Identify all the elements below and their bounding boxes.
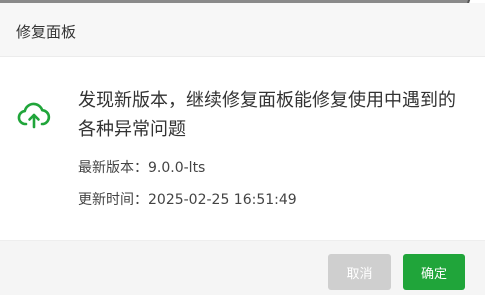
dialog-header: 修复面板 (0, 3, 485, 57)
update-message: 发现新版本，继续修复面板能修复使用中遇到的各种异常问题 (78, 90, 456, 140)
dialog-body: 发现新版本，继续修复面板能修复使用中遇到的各种异常问题 最新版本：9.0.0-l… (0, 57, 485, 240)
cancel-button[interactable]: 取消 (328, 254, 391, 290)
latest-version-value: 9.0.0-lts (148, 160, 206, 176)
update-time-label: 更新时间： (78, 192, 148, 208)
dialog-title: 修复面板 (16, 23, 77, 41)
confirm-button[interactable]: 确定 (403, 254, 465, 290)
latest-version-label: 最新版本： (78, 160, 148, 176)
update-time-value: 2025-02-25 16:51:49 (148, 192, 297, 208)
cloud-upload-icon (17, 102, 51, 129)
latest-version-row: 最新版本：9.0.0-lts (78, 157, 205, 177)
update-time-row: 更新时间：2025-02-25 16:51:49 (78, 189, 297, 209)
dialog-footer: 取消 确定 (0, 240, 485, 295)
